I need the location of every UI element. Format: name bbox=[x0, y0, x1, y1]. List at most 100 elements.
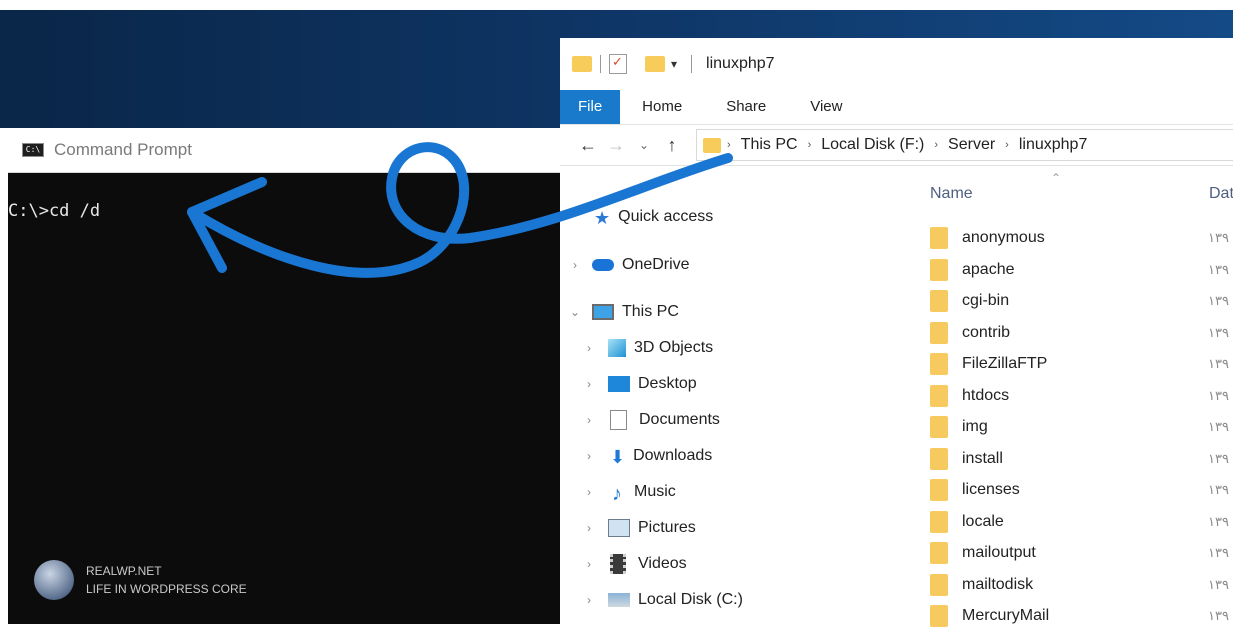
file-row[interactable]: contrib ۱۳۹ bbox=[930, 319, 1233, 347]
expand-chevron-icon[interactable]: › bbox=[580, 593, 598, 607]
sort-ascending-icon: ⌃ bbox=[1051, 171, 1062, 185]
file-explorer-window: ▾ linuxphp7 File Home Share View ← → ⌄ ↑… bbox=[560, 38, 1233, 627]
nav-item-music[interactable]: › ♪ Music bbox=[580, 478, 676, 506]
file-row[interactable]: FileZillaFTP ۱۳۹ bbox=[930, 350, 1233, 378]
file-row[interactable]: mailoutput ۱۳۹ bbox=[930, 539, 1233, 567]
file-date: ۱۳۹ bbox=[1208, 419, 1229, 434]
collapse-chevron-icon[interactable]: ⌄ bbox=[566, 305, 584, 319]
nav-item-onedrive[interactable]: › OneDrive bbox=[566, 251, 690, 279]
window-title: linuxphp7 bbox=[706, 55, 775, 72]
column-header-name[interactable]: Name bbox=[930, 185, 973, 203]
address-bar[interactable]: › This PC › Local Disk (F:) › Server › l… bbox=[696, 129, 1233, 161]
chevron-right-icon[interactable]: › bbox=[727, 139, 731, 151]
expand-chevron-icon[interactable]: › bbox=[580, 449, 598, 463]
forward-arrow-icon[interactable]: → bbox=[602, 135, 630, 156]
file-name: apache bbox=[962, 261, 1015, 278]
file-row[interactable]: apache ۱۳۹ bbox=[930, 256, 1233, 284]
folder-icon bbox=[930, 290, 948, 312]
folder-icon bbox=[930, 259, 948, 281]
nav-label: Pictures bbox=[638, 519, 696, 536]
new-folder-icon[interactable] bbox=[645, 56, 665, 72]
document-icon bbox=[610, 410, 627, 430]
file-name: img bbox=[962, 418, 988, 435]
expand-chevron-icon[interactable]: › bbox=[580, 377, 598, 391]
up-arrow-icon[interactable]: ↑ bbox=[658, 135, 686, 156]
breadcrumb-local-disk-f[interactable]: Local Disk (F:) bbox=[821, 136, 924, 154]
nav-label: OneDrive bbox=[622, 256, 690, 273]
tab-view[interactable]: View bbox=[788, 90, 864, 124]
file-date: ۱۳۹ bbox=[1208, 514, 1229, 529]
tab-file[interactable]: File bbox=[560, 90, 621, 124]
nav-item-pictures[interactable]: › Pictures bbox=[580, 514, 696, 542]
file-date: ۱۳۹ bbox=[1208, 451, 1229, 466]
column-header-date[interactable]: Dat bbox=[1209, 185, 1233, 203]
file-date: ۱۳۹ bbox=[1208, 293, 1229, 308]
nav-item-quick-access[interactable]: ★ Quick access bbox=[594, 203, 713, 231]
folder-icon bbox=[930, 227, 948, 249]
nav-label: Local Disk (C:) bbox=[638, 591, 743, 608]
file-row[interactable]: htdocs ۱۳۹ bbox=[930, 382, 1233, 410]
breadcrumb-server[interactable]: Server bbox=[948, 136, 995, 154]
folder-icon bbox=[930, 542, 948, 564]
file-name: FileZillaFTP bbox=[962, 355, 1048, 372]
expand-chevron-icon[interactable]: › bbox=[580, 521, 598, 535]
nav-item-local-disk-c[interactable]: › Local Disk (C:) bbox=[580, 586, 743, 614]
expand-chevron-icon[interactable]: › bbox=[580, 341, 598, 355]
breadcrumb-linuxphp7[interactable]: linuxphp7 bbox=[1019, 136, 1088, 154]
file-name: mailoutput bbox=[962, 544, 1036, 561]
watermark-line1: REALWP.NET bbox=[86, 564, 162, 578]
file-row[interactable]: anonymous ۱۳۹ bbox=[930, 224, 1233, 252]
nav-item-desktop[interactable]: › Desktop bbox=[580, 370, 697, 398]
recent-locations-chevron-icon[interactable]: ⌄ bbox=[630, 138, 658, 152]
file-name: cgi-bin bbox=[962, 292, 1010, 309]
nav-item-downloads[interactable]: › ⬇ Downloads bbox=[580, 442, 712, 470]
expand-chevron-icon[interactable]: › bbox=[580, 485, 598, 499]
ribbon-tabs: File Home Share View bbox=[560, 90, 1233, 125]
nav-label: Videos bbox=[638, 555, 687, 572]
nav-item-3d-objects[interactable]: › 3D Objects bbox=[580, 334, 713, 362]
file-date: ۱۳۹ bbox=[1208, 325, 1229, 340]
file-name: anonymous bbox=[962, 229, 1045, 246]
tab-share[interactable]: Share bbox=[704, 90, 788, 124]
back-arrow-icon[interactable]: ← bbox=[574, 135, 602, 156]
nav-label: Documents bbox=[639, 411, 720, 428]
nav-label: Desktop bbox=[638, 375, 697, 392]
nav-label: Quick access bbox=[618, 208, 714, 225]
explorer-content: ★ Quick access › OneDrive ⌄ This PC › 3D… bbox=[560, 165, 1233, 627]
nav-item-videos[interactable]: › Videos bbox=[580, 550, 687, 578]
tab-home[interactable]: Home bbox=[620, 90, 704, 124]
file-row[interactable]: MercuryMail ۱۳۹ bbox=[930, 602, 1233, 630]
cmd-input-line[interactable]: C:\>cd /d bbox=[8, 201, 560, 221]
file-row[interactable]: install ۱۳۹ bbox=[930, 445, 1233, 473]
nav-item-documents[interactable]: › Documents bbox=[580, 406, 720, 434]
file-name: mailtodisk bbox=[962, 576, 1034, 593]
file-date: ۱۳۹ bbox=[1208, 230, 1229, 245]
expand-chevron-icon[interactable]: › bbox=[566, 258, 584, 272]
file-name: htdocs bbox=[962, 387, 1010, 404]
file-row[interactable]: locale ۱۳۹ bbox=[930, 508, 1233, 536]
file-row[interactable]: licenses ۱۳۹ bbox=[930, 476, 1233, 504]
cmd-titlebar[interactable]: C:\ Command Prompt bbox=[8, 128, 560, 173]
chevron-right-icon[interactable]: › bbox=[1005, 139, 1009, 151]
watermark-line2: LIFE IN WORDPRESS CORE bbox=[86, 582, 247, 596]
separator bbox=[691, 55, 693, 73]
folder-icon bbox=[930, 322, 948, 344]
nav-item-this-pc[interactable]: ⌄ This PC bbox=[566, 298, 679, 326]
disk-icon bbox=[608, 593, 630, 607]
pictures-icon bbox=[608, 519, 630, 537]
file-row[interactable]: img ۱۳۹ bbox=[930, 413, 1233, 441]
chevron-right-icon[interactable]: › bbox=[934, 139, 938, 151]
file-row[interactable]: mailtodisk ۱۳۹ bbox=[930, 571, 1233, 599]
file-date: ۱۳۹ bbox=[1208, 388, 1229, 403]
file-row[interactable]: cgi-bin ۱۳۹ bbox=[930, 287, 1233, 315]
folder-icon bbox=[930, 574, 948, 596]
properties-icon[interactable] bbox=[609, 54, 627, 74]
chevron-right-icon[interactable]: › bbox=[808, 139, 812, 151]
breadcrumb-this-pc[interactable]: This PC bbox=[741, 136, 798, 154]
customize-toolbar-icon[interactable]: ▾ bbox=[671, 57, 677, 71]
address-folder-icon bbox=[703, 137, 721, 153]
expand-chevron-icon[interactable]: › bbox=[580, 557, 598, 571]
expand-chevron-icon[interactable]: › bbox=[580, 413, 598, 427]
folder-icon bbox=[572, 56, 592, 72]
cmd-console[interactable]: C:\>cd /d bbox=[8, 173, 560, 221]
